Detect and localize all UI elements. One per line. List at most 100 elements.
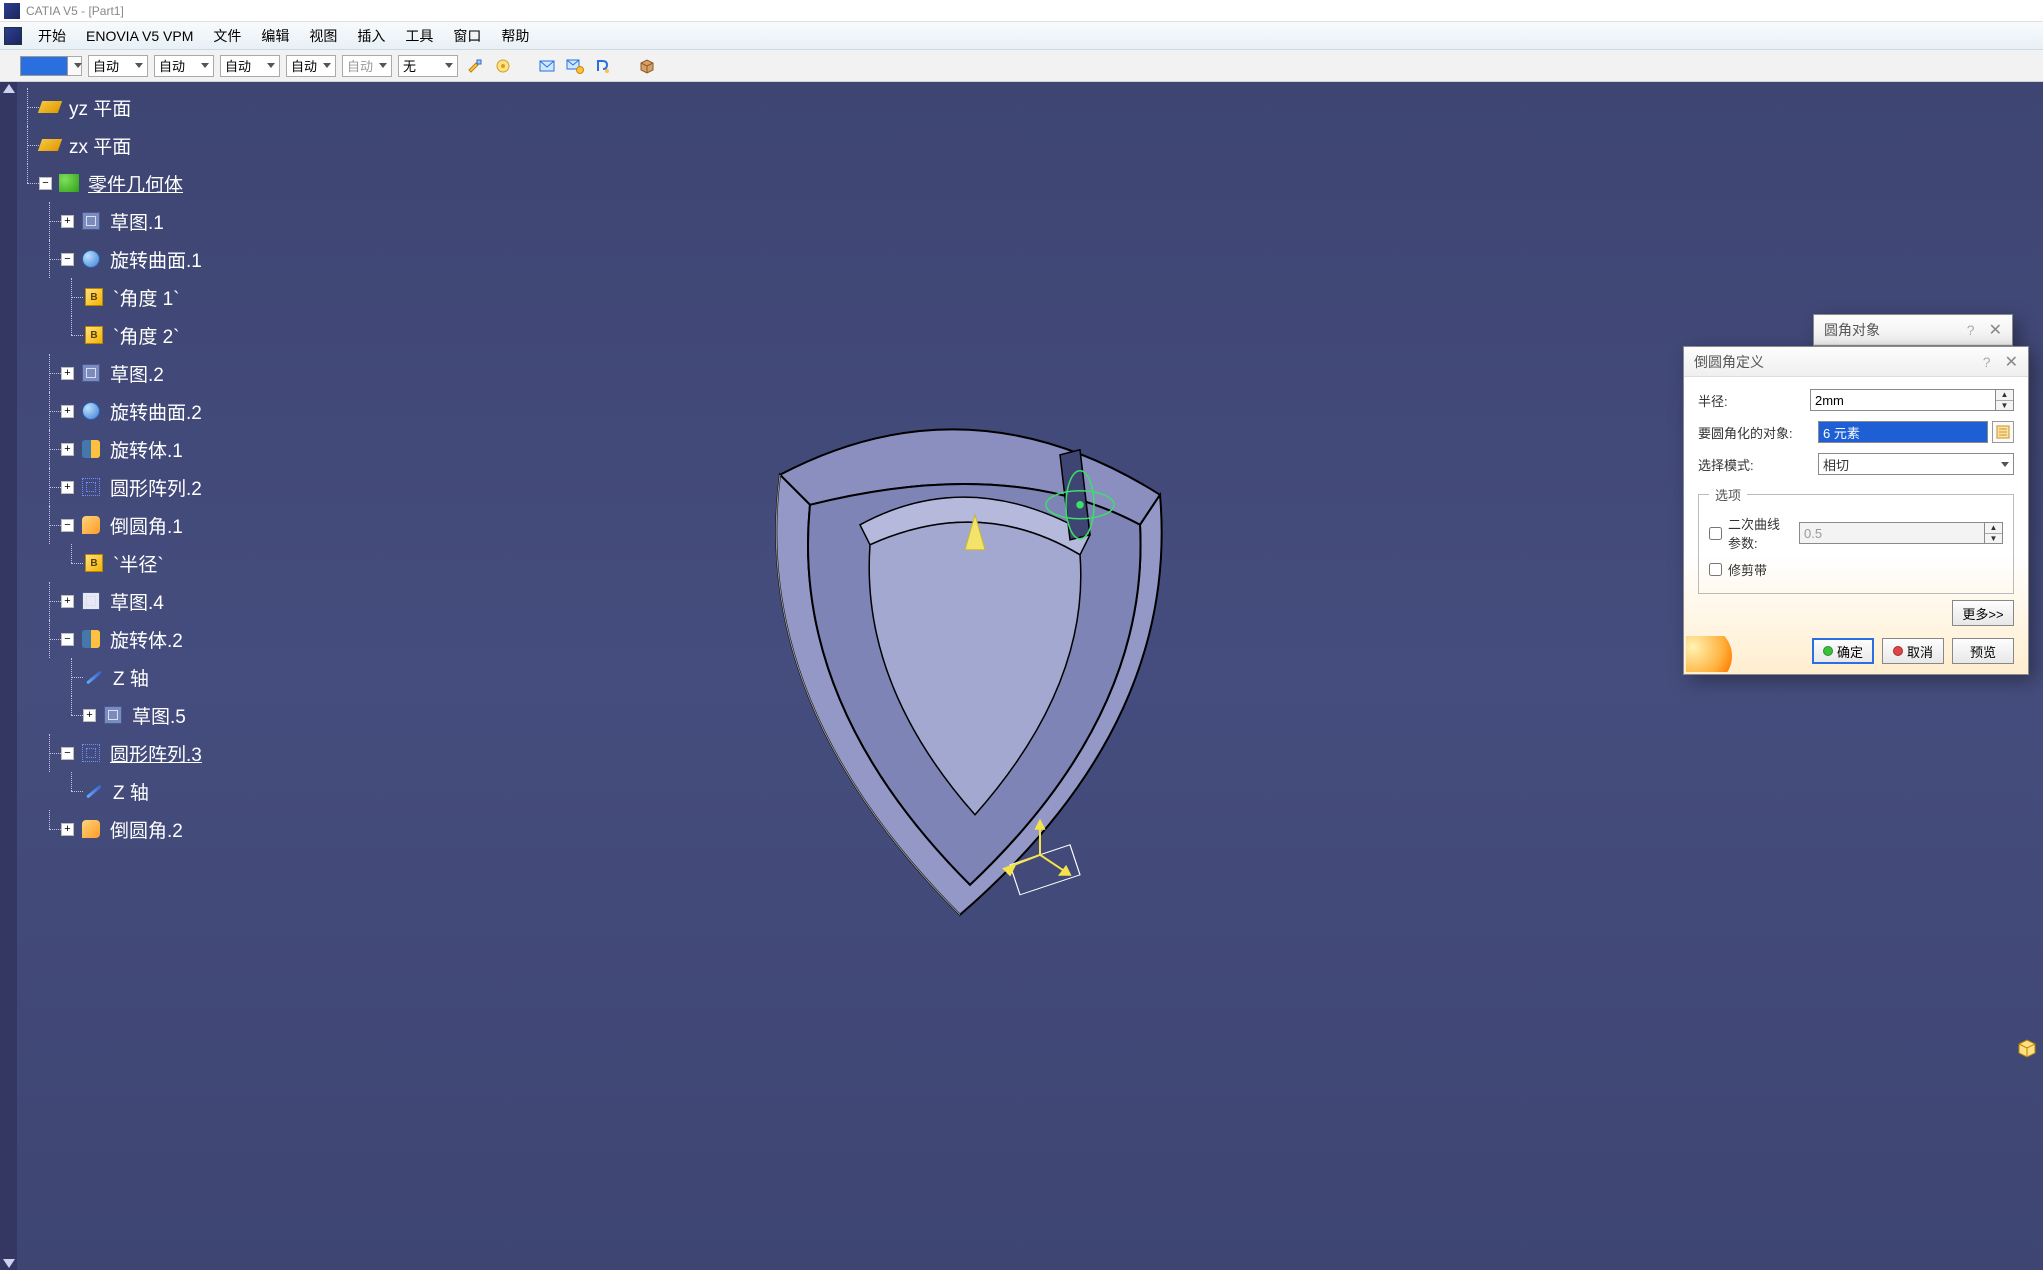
- mail-settings-icon[interactable]: [564, 55, 586, 77]
- tree-item-angle2[interactable]: `角度 2`: [17, 316, 277, 354]
- tree-item-partbody[interactable]: − 零件几何体: [17, 164, 277, 202]
- mode-label: 选择模式:: [1698, 455, 1818, 474]
- dialog-titlebar[interactable]: 倒圆角定义 ? ✕: [1684, 347, 2028, 377]
- expand-icon[interactable]: +: [61, 481, 74, 494]
- box-tool-icon[interactable]: [636, 55, 658, 77]
- tree-item-sketch5[interactable]: + 草图.5: [17, 696, 277, 734]
- menu-enovia[interactable]: ENOVIA V5 VPM: [76, 24, 203, 48]
- tree-scroll-gutter: [0, 82, 17, 1270]
- tree-label: 旋转曲面.1: [110, 246, 202, 273]
- sketch-icon: [102, 705, 124, 725]
- menu-view[interactable]: 视图: [299, 22, 347, 50]
- axis-icon: [83, 781, 105, 801]
- menu-bar: 开始 ENOVIA V5 VPM 文件 编辑 视图 插入 工具 窗口 帮助: [0, 22, 2043, 50]
- collapse-icon[interactable]: −: [61, 633, 74, 646]
- dialog-titlebar[interactable]: 圆角对象 ? ✕: [1814, 315, 2012, 345]
- objects-field[interactable]: 6 元素: [1818, 421, 1988, 443]
- spec-tree[interactable]: yz 平面 zx 平面 − 零件几何体 + 草图.1 − 旋转曲面.1: [17, 82, 277, 1270]
- more-button[interactable]: 更多>>: [1952, 600, 2014, 626]
- fill-color-dropdown[interactable]: [68, 56, 82, 76]
- tree-label: 旋转体.1: [110, 436, 183, 463]
- objects-list-button[interactable]: [1992, 421, 2014, 443]
- close-icon[interactable]: ✕: [2005, 352, 2018, 372]
- tree-item-pattern3[interactable]: − 圆形阵列.3: [17, 734, 277, 772]
- tree-item-zaxis2[interactable]: Z 轴: [17, 772, 277, 810]
- expand-icon[interactable]: +: [61, 215, 74, 228]
- help-icon[interactable]: ?: [1967, 322, 1975, 338]
- ok-button[interactable]: 确定: [1812, 638, 1874, 664]
- collapse-icon[interactable]: −: [61, 253, 74, 266]
- query-icon[interactable]: [592, 55, 614, 77]
- tree-label: 倒圆角.2: [110, 816, 183, 843]
- tree-item-sketch1[interactable]: + 草图.1: [17, 202, 277, 240]
- close-icon[interactable]: ✕: [1989, 320, 2002, 340]
- menu-edit[interactable]: 编辑: [251, 22, 299, 50]
- conic-checkbox[interactable]: [1709, 527, 1722, 540]
- tree-item-zaxis[interactable]: Z 轴: [17, 658, 277, 696]
- expand-icon[interactable]: +: [61, 443, 74, 456]
- tree-item-revolvesurf1[interactable]: − 旋转曲面.1: [17, 240, 277, 278]
- conic-label: 二次曲线参数:: [1728, 514, 1785, 552]
- tree-item-yz-plane[interactable]: yz 平面: [17, 88, 277, 126]
- layer-select[interactable]: 无: [398, 55, 458, 77]
- axis-icon: [83, 667, 105, 687]
- tree-label: 圆形阵列.3: [110, 740, 202, 767]
- tree-item-fillet2[interactable]: + 倒圆角.2: [17, 810, 277, 848]
- tree-item-angle1[interactable]: `角度 1`: [17, 278, 277, 316]
- collapse-icon[interactable]: −: [39, 177, 52, 190]
- collapse-icon[interactable]: −: [61, 747, 74, 760]
- point-style-select[interactable]: 自动: [286, 55, 336, 77]
- plane-icon: [39, 97, 61, 117]
- trim-checkbox[interactable]: [1709, 563, 1722, 576]
- dialog-body: 半径: ▲▼ 要圆角化的对象: 6 元素 选择模式: 相切: [1684, 377, 2028, 674]
- menu-help[interactable]: 帮助: [491, 22, 539, 50]
- tree-item-pattern2[interactable]: + 圆形阵列.2: [17, 468, 277, 506]
- tree-label: `角度 2`: [113, 322, 180, 349]
- mode-value: 相切: [1823, 455, 1849, 474]
- collapse-icon[interactable]: −: [61, 519, 74, 532]
- menu-insert[interactable]: 插入: [347, 22, 395, 50]
- transparency-select[interactable]: 自动: [88, 55, 148, 77]
- radius-spinner[interactable]: ▲▼: [1996, 389, 2014, 411]
- menu-tools[interactable]: 工具: [395, 22, 443, 50]
- radius-input[interactable]: [1810, 389, 1996, 411]
- help-icon[interactable]: ?: [1983, 354, 1991, 370]
- fillet-icon: [80, 515, 102, 535]
- line-weight-select[interactable]: 自动: [154, 55, 214, 77]
- brush-icon[interactable]: [492, 55, 514, 77]
- fill-color-swatch[interactable]: [20, 56, 68, 76]
- sketch-icon: [80, 591, 102, 611]
- menu-window[interactable]: 窗口: [443, 22, 491, 50]
- painter-icon[interactable]: [464, 55, 486, 77]
- tree-item-zx-plane[interactable]: zx 平面: [17, 126, 277, 164]
- view-cube-icon[interactable]: [2015, 1036, 2039, 1060]
- expand-icon[interactable]: +: [61, 405, 74, 418]
- tree-item-sketch2[interactable]: + 草图.2: [17, 354, 277, 392]
- mode-select[interactable]: 相切: [1818, 453, 2014, 475]
- 3d-viewport[interactable]: [0, 82, 2043, 1270]
- fillet-icon: [80, 819, 102, 839]
- cancel-button[interactable]: 取消: [1882, 638, 1944, 664]
- menu-file[interactable]: 文件: [203, 22, 251, 50]
- line-type-select[interactable]: 自动: [220, 55, 280, 77]
- expand-icon[interactable]: +: [61, 367, 74, 380]
- fillet-objects-dialog[interactable]: 圆角对象 ? ✕: [1813, 314, 2013, 346]
- mail-icon[interactable]: [536, 55, 558, 77]
- tree-item-sketch4[interactable]: + 草图.4: [17, 582, 277, 620]
- menu-start[interactable]: 开始: [28, 22, 76, 50]
- fillet-definition-dialog[interactable]: 倒圆角定义 ? ✕ 半径: ▲▼ 要圆角化的对象: 6 元素: [1683, 346, 2029, 675]
- tree-item-fillet1[interactable]: − 倒圆角.1: [17, 506, 277, 544]
- tree-scroll-down[interactable]: [3, 1259, 15, 1268]
- tree-item-revolvebody1[interactable]: + 旋转体.1: [17, 430, 277, 468]
- partbody-icon: [58, 173, 80, 193]
- expand-icon[interactable]: +: [83, 709, 96, 722]
- expand-icon[interactable]: +: [61, 595, 74, 608]
- tree-item-revolvesurf2[interactable]: + 旋转曲面.2: [17, 392, 277, 430]
- tree-item-radius[interactable]: `半径`: [17, 544, 277, 582]
- expand-icon[interactable]: +: [61, 823, 74, 836]
- render-style-select[interactable]: 自动: [342, 55, 392, 77]
- preview-button[interactable]: 预览: [1952, 638, 2014, 664]
- tree-item-revolvebody2[interactable]: − 旋转体.2: [17, 620, 277, 658]
- model-preview: [710, 385, 1230, 945]
- tree-scroll-up[interactable]: [3, 84, 15, 93]
